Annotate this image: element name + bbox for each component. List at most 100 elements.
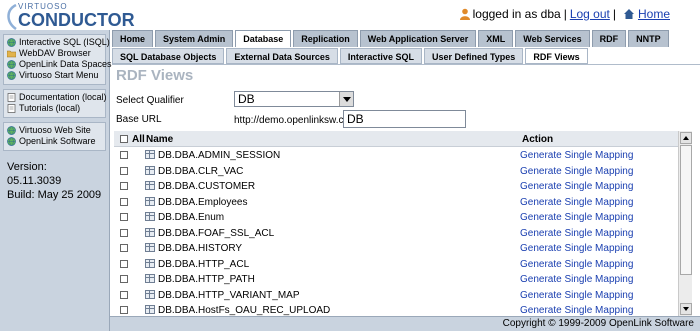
subtab-interactive-sql[interactable]: Interactive SQL	[339, 48, 422, 64]
table-row: DB.DBA.CLR_VAC Generate Single Mapping	[114, 164, 678, 180]
subtab-sql-database-objects[interactable]: SQL Database Objects	[112, 48, 225, 64]
sidebar-item[interactable]: OpenLink Data Spaces	[6, 59, 112, 70]
globe-icon	[7, 137, 16, 146]
table-row: DB.DBA.HISTORY Generate Single Mapping	[114, 241, 678, 257]
row-name: DB.DBA.HTTP_PATH	[158, 274, 255, 285]
qualifier-label: Select Qualifier	[116, 95, 184, 106]
user-icon	[459, 8, 470, 20]
tab-system-admin[interactable]: System Admin	[155, 30, 234, 47]
generate-mapping-link[interactable]: Generate Single Mapping	[520, 259, 633, 270]
logout-link[interactable]: Log out	[570, 7, 610, 21]
sidebar-item[interactable]: Tutorials (local)	[6, 103, 103, 114]
table-row: DB.DBA.HostFs_OAU_REC_UPLOAD Generate Sin…	[114, 303, 678, 316]
sidebar-group-tools: Interactive SQL (ISQL) WebDAV Browser Open…	[3, 34, 112, 85]
row-name: DB.DBA.HISTORY	[158, 243, 243, 254]
tab-web-services[interactable]: Web Services	[515, 30, 590, 47]
sidebar-item[interactable]: Interactive SQL (ISQL)	[6, 37, 110, 48]
conductor-window: VIRTUOSO CONDUCTOR logged in as dba | Lo…	[0, 0, 700, 331]
row-checkbox[interactable]	[120, 290, 128, 299]
sidebar-item-label: Tutorials (local)	[19, 103, 81, 113]
tab-xml[interactable]: XML	[478, 30, 514, 47]
row-name: DB.DBA.ADMIN_SESSION	[158, 150, 281, 161]
row-checkbox[interactable]	[120, 275, 128, 283]
globe-icon	[7, 126, 16, 135]
base-url-prefix: http://demo.openlinksw.com/	[234, 115, 361, 126]
table-icon	[145, 243, 155, 252]
subtab-rdf-views[interactable]: RDF Views	[525, 48, 588, 64]
tab-rdf[interactable]: RDF	[591, 30, 627, 47]
subtab-user-defined-types[interactable]: User Defined Types	[423, 48, 524, 64]
chevron-down-icon[interactable]	[339, 92, 353, 106]
tab-web-application-server[interactable]: Web Application Server	[359, 30, 477, 47]
home-icon[interactable]	[623, 8, 635, 20]
row-checkbox[interactable]	[120, 197, 128, 206]
row-name: DB.DBA.HTTP_VARIANT_MAP	[158, 289, 300, 301]
qualifier-select[interactable]: DB	[234, 91, 354, 107]
table-row: DB.DBA.Enum Generate Single Mapping	[114, 210, 678, 226]
row-checkbox[interactable]	[120, 213, 128, 221]
sidebar-item-label: OpenLink Data Spaces	[19, 59, 112, 69]
table-row: DB.DBA.Employees Generate Single Mapping	[114, 195, 678, 211]
table-icon	[145, 196, 155, 206]
table-row: DB.DBA.HTTP_PATH Generate Single Mapping	[114, 272, 678, 288]
row-name: DB.DBA.Employees	[158, 196, 248, 208]
base-url-input[interactable]: DB	[343, 110, 466, 128]
tab-nntp[interactable]: NNTP	[628, 30, 669, 47]
sidebar-item[interactable]: Virtuoso Start Menu	[6, 70, 103, 81]
row-checkbox[interactable]	[120, 244, 128, 252]
header-name: Name	[146, 134, 174, 145]
table-icon	[145, 181, 155, 190]
scroll-up-icon[interactable]	[680, 132, 692, 144]
logo-swoosh-icon	[7, 4, 17, 30]
sidebar-item[interactable]: OpenLink Software	[6, 136, 103, 147]
table-icon	[145, 227, 155, 237]
build-text: Build: May 25 2009	[7, 189, 102, 201]
table-body: DB.DBA.ADMIN_SESSION Generate Single Mapp…	[114, 148, 678, 316]
row-checkbox[interactable]	[120, 259, 128, 268]
generate-mapping-link[interactable]: Generate Single Mapping	[520, 243, 633, 254]
subtab-external-data-sources[interactable]: External Data Sources	[226, 48, 338, 64]
table-row: DB.DBA.HTTP_VARIANT_MAP Generate Single M…	[114, 288, 678, 304]
scroll-down-icon[interactable]	[680, 303, 692, 315]
sidebar-item-label: Documentation (local)	[19, 92, 107, 102]
home-link[interactable]: Home	[638, 7, 670, 21]
generate-mapping-link[interactable]: Generate Single Mapping	[520, 274, 633, 285]
tab-database[interactable]: Database	[235, 30, 292, 47]
tab-replication[interactable]: Replication	[293, 30, 358, 47]
sidebar-item[interactable]: Documentation (local)	[6, 92, 107, 103]
sidebar-item-label: Virtuoso Start Menu	[19, 70, 99, 80]
row-checkbox[interactable]	[120, 306, 128, 314]
generate-mapping-link[interactable]: Generate Single Mapping	[520, 150, 633, 161]
left-sidebar: Interactive SQL (ISQL) WebDAV Browser Open…	[0, 30, 112, 331]
generate-mapping-link[interactable]: Generate Single Mapping	[520, 197, 633, 208]
generate-mapping-link[interactable]: Generate Single Mapping	[520, 212, 633, 223]
select-all-checkbox[interactable]	[120, 135, 128, 143]
generate-mapping-link[interactable]: Generate Single Mapping	[520, 166, 633, 177]
table-scrollbar[interactable]	[678, 131, 692, 316]
generate-mapping-link[interactable]: Generate Single Mapping	[520, 181, 633, 192]
generate-mapping-link[interactable]: Generate Single Mapping	[520, 305, 633, 316]
table-row: DB.DBA.HTTP_ACL Generate Single Mapping	[114, 257, 678, 273]
header-links: logged in as dba | Log out | Home	[459, 7, 670, 21]
row-checkbox[interactable]	[120, 228, 128, 237]
table-icon	[145, 289, 155, 299]
sidebar-item[interactable]: WebDAV Browser	[6, 48, 103, 59]
row-checkbox[interactable]	[120, 182, 128, 190]
generate-mapping-link[interactable]: Generate Single Mapping	[520, 228, 633, 239]
sidebar-item-label: Virtuoso Web Site	[19, 125, 91, 135]
row-name: DB.DBA.Enum	[158, 212, 225, 223]
row-checkbox[interactable]	[120, 166, 128, 175]
table-icon	[145, 212, 155, 221]
logged-in-text: logged in as dba	[472, 7, 561, 21]
header-action: Action	[522, 134, 554, 145]
sidebar-item-label: WebDAV Browser	[19, 48, 91, 58]
sidebar-item[interactable]: Virtuoso Web Site	[6, 125, 103, 136]
generate-mapping-link[interactable]: Generate Single Mapping	[520, 290, 633, 301]
scroll-thumb[interactable]	[680, 145, 692, 275]
folder-icon	[6, 49, 17, 58]
views-table: All Name Action DB.DBA.ADMIN_SESSION Gene…	[114, 131, 692, 316]
table-icon	[145, 305, 155, 314]
row-checkbox[interactable]	[120, 151, 128, 159]
tab-home[interactable]: Home	[112, 30, 154, 47]
version-info: Version: 05.11.3039 Build: May 25 2009	[3, 157, 106, 205]
